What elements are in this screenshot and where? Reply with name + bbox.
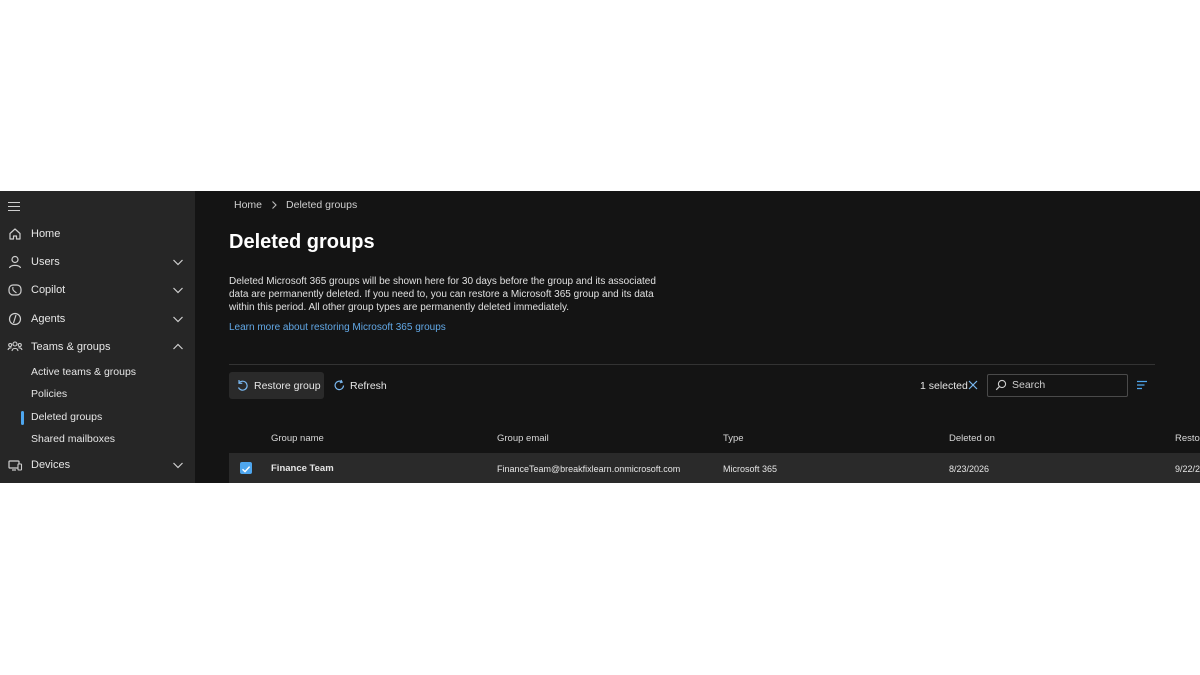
cell-restore-by: 9/22/2026 [1175,464,1200,474]
devices-icon [8,460,23,471]
divider [229,364,1155,365]
admin-center-window: Home Users Copilot Agents Teams & groups… [0,191,1200,483]
learn-more-link[interactable]: Learn more about restoring Microsoft 365… [229,322,446,333]
copilot-icon [8,284,22,296]
sidebar-item-copilot[interactable]: Copilot [0,277,195,303]
sidebar-subitem-label: Active teams & groups [31,366,137,378]
sidebar-item-users[interactable]: Users [0,249,195,275]
page-title: Deleted groups [229,231,375,253]
sidebar-subitem-label: Policies [31,388,68,400]
refresh-button[interactable]: Refresh [328,372,390,399]
row-checkbox[interactable] [240,462,252,474]
hamburger-menu-icon[interactable] [8,201,22,212]
teams-icon [7,341,23,352]
sidebar-item-label: Copilot [31,284,66,296]
column-header-group-email[interactable]: Group email [497,433,549,444]
refresh-icon [334,379,345,391]
chevron-up-icon[interactable] [172,342,184,352]
agents-icon [8,312,22,326]
sidebar-item-agents[interactable]: Agents [0,306,195,332]
sidebar-item-label: Devices [31,459,71,471]
sidebar-item-label: Teams & groups [31,341,111,353]
user-icon [8,255,22,269]
chevron-down-icon[interactable] [172,314,184,324]
home-icon [9,228,21,240]
breadcrumb-home[interactable]: Home [234,199,262,211]
active-indicator [21,411,24,425]
sidebar-subitem-active-teams-groups[interactable]: Active teams & groups [0,362,195,384]
close-icon[interactable] [967,379,979,391]
cell-type: Microsoft 365 [723,464,778,474]
chevron-right-icon [272,201,277,209]
sidebar-subitem-label: Deleted groups [31,411,103,423]
search-box[interactable] [987,374,1128,397]
chevron-down-icon[interactable] [172,285,184,295]
search-icon [995,379,1007,391]
sidebar-item-label: Users [31,256,60,268]
sidebar-item-label: Agents [31,313,66,325]
restore-group-label: Restore group [254,380,321,392]
sidebar-item-home[interactable]: Home [0,221,195,247]
breadcrumb: Home Deleted groups [234,199,357,211]
refresh-label: Refresh [350,380,387,392]
chevron-down-icon[interactable] [172,257,184,267]
sidebar-subitem-deleted-groups[interactable]: Deleted groups [0,407,195,429]
column-header-deleted-on[interactable]: Deleted on [949,433,995,444]
checkmark-icon [242,466,251,473]
sidebar-item-teams-groups[interactable]: Teams & groups [0,334,195,360]
filter-icon[interactable] [1136,379,1148,391]
restore-icon [237,380,248,391]
sidebar-item-devices[interactable]: Devices [0,452,195,478]
chevron-down-icon[interactable] [172,460,184,470]
column-header-group-name[interactable]: Group name [271,433,324,444]
column-header-restore-by[interactable]: Restore by [1175,433,1200,444]
column-header-type[interactable]: Type [723,433,744,444]
table-row[interactable]: Finance Team FinanceTeam@breakfixlearn.o… [229,453,1200,483]
sidebar: Home Users Copilot Agents Teams & groups… [0,191,195,483]
restore-group-button[interactable]: Restore group [229,372,324,399]
sidebar-subitem-policies[interactable]: Policies [0,384,195,406]
cell-group-name[interactable]: Finance Team [271,463,334,474]
main-content: Home Deleted groups Deleted groups Delet… [195,191,1200,483]
cell-group-email: FinanceTeam@breakfixlearn.onmicrosoft.co… [497,464,681,474]
selected-count: 1 selected [920,380,968,392]
search-input[interactable] [1012,377,1122,393]
breadcrumb-current: Deleted groups [286,199,358,211]
cell-deleted-on: 8/23/2026 [949,464,990,474]
page-description: Deleted Microsoft 365 groups will be sho… [229,276,656,313]
sidebar-item-label: Home [31,228,61,240]
sidebar-subitem-label: Shared mailboxes [31,433,116,445]
sidebar-subitem-shared-mailboxes[interactable]: Shared mailboxes [0,429,195,451]
